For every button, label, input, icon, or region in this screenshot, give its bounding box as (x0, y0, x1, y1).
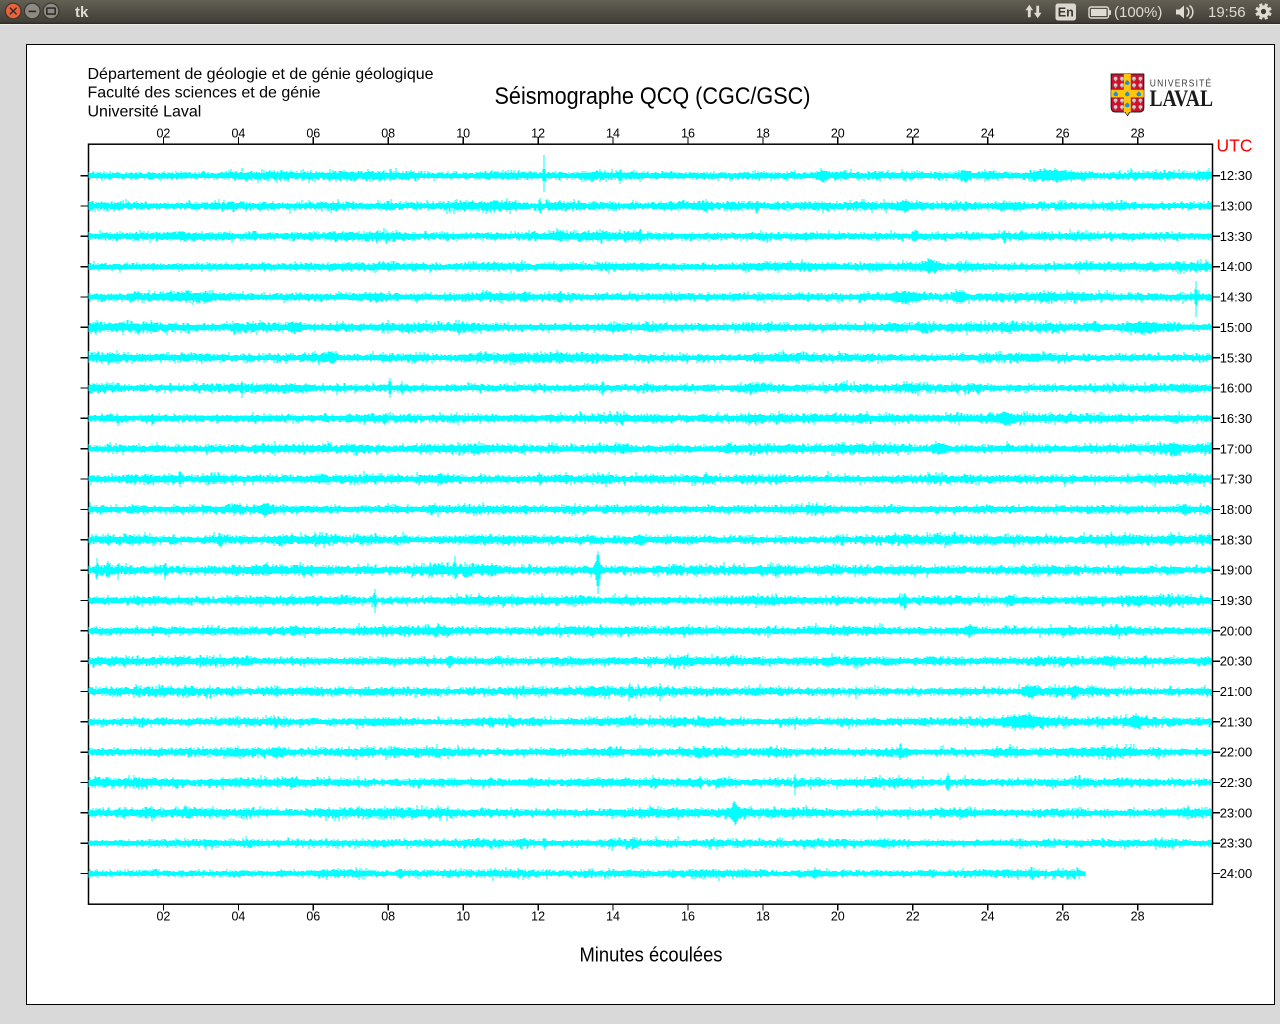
svg-text:15:00: 15:00 (1220, 320, 1253, 335)
svg-text:En: En (1058, 5, 1074, 19)
svg-text:17:30: 17:30 (1220, 472, 1253, 487)
svg-text:26: 26 (1056, 127, 1070, 141)
svg-text:Séismographe QCQ (CGC/GSC): Séismographe QCQ (CGC/GSC) (495, 83, 811, 110)
svg-text:18: 18 (756, 909, 770, 923)
svg-text:LAVAL: LAVAL (1150, 86, 1214, 112)
svg-text:23:30: 23:30 (1220, 836, 1253, 851)
svg-text:21:00: 21:00 (1220, 684, 1253, 699)
svg-text:19:56: 19:56 (1208, 4, 1246, 21)
svg-text:06: 06 (306, 127, 320, 141)
svg-text:22: 22 (906, 127, 920, 141)
svg-text:Université Laval: Université Laval (88, 103, 202, 120)
svg-text:16: 16 (681, 127, 695, 141)
svg-text:19:00: 19:00 (1220, 563, 1253, 578)
svg-text:23:00: 23:00 (1220, 805, 1253, 820)
svg-text:10: 10 (456, 909, 470, 923)
svg-text:UTC: UTC (1217, 136, 1253, 156)
svg-text:28: 28 (1131, 127, 1145, 141)
svg-text:24: 24 (981, 127, 995, 141)
svg-text:02: 02 (156, 909, 170, 923)
svg-text:20: 20 (831, 127, 845, 141)
svg-text:20: 20 (831, 909, 845, 923)
svg-text:08: 08 (381, 909, 395, 923)
svg-text:06: 06 (306, 909, 320, 923)
svg-text:20:00: 20:00 (1220, 623, 1253, 638)
svg-text:Minutes écoulées: Minutes écoulées (580, 943, 723, 966)
svg-text:16: 16 (681, 909, 695, 923)
svg-text:19:30: 19:30 (1220, 593, 1253, 608)
svg-text:24: 24 (981, 909, 995, 923)
svg-text:16:30: 16:30 (1220, 411, 1253, 426)
svg-text:16:00: 16:00 (1220, 381, 1253, 396)
svg-text:21:30: 21:30 (1220, 714, 1253, 729)
svg-text:22: 22 (906, 909, 920, 923)
svg-text:Faculté des sciences et de gén: Faculté des sciences et de génie (88, 85, 321, 102)
svg-text:18: 18 (756, 127, 770, 141)
svg-text:04: 04 (231, 127, 245, 141)
svg-text:18:00: 18:00 (1220, 502, 1253, 517)
svg-text:14:00: 14:00 (1220, 259, 1253, 274)
svg-text:24:00: 24:00 (1220, 866, 1253, 881)
svg-text:22:00: 22:00 (1220, 745, 1253, 760)
svg-text:14: 14 (606, 909, 620, 923)
svg-text:13:30: 13:30 (1220, 229, 1253, 244)
svg-text:04: 04 (231, 909, 245, 923)
svg-text:Département de géologie et de: Département de géologie et de génie géol… (88, 66, 434, 83)
svg-text:(100%): (100%) (1114, 4, 1162, 21)
svg-text:tk: tk (75, 4, 89, 21)
svg-text:14:30: 14:30 (1220, 290, 1253, 305)
svg-text:22:30: 22:30 (1220, 775, 1253, 790)
svg-text:12: 12 (531, 127, 545, 141)
svg-text:20:30: 20:30 (1220, 654, 1253, 669)
svg-text:17:00: 17:00 (1220, 441, 1253, 456)
svg-text:15:30: 15:30 (1220, 350, 1253, 365)
svg-text:12:30: 12:30 (1220, 168, 1253, 183)
svg-text:02: 02 (156, 127, 170, 141)
svg-text:18:30: 18:30 (1220, 532, 1253, 547)
svg-text:10: 10 (456, 127, 470, 141)
svg-text:13:00: 13:00 (1220, 199, 1253, 214)
svg-text:14: 14 (606, 127, 620, 141)
svg-text:12: 12 (531, 909, 545, 923)
svg-text:26: 26 (1056, 909, 1070, 923)
svg-text:08: 08 (381, 127, 395, 141)
svg-text:28: 28 (1131, 909, 1145, 923)
